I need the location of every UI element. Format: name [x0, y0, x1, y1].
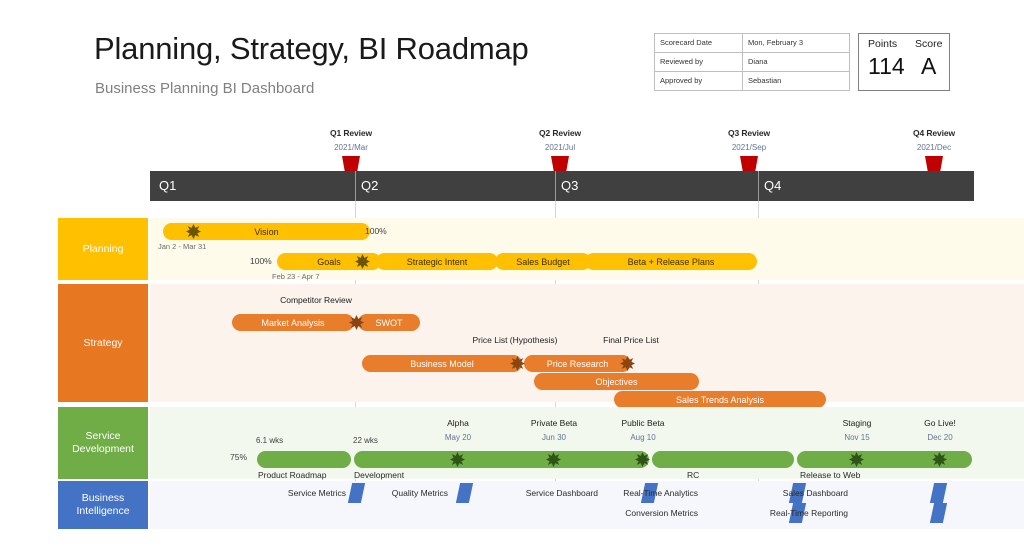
progress-pct-goals: 100%: [250, 256, 272, 266]
milestone-title-alpha: Alpha: [447, 418, 469, 428]
task-bar-sales-budget[interactable]: Sales Budget: [495, 253, 591, 270]
scorecard-date-value: Mon, February 3: [742, 33, 850, 53]
task-bar-rc[interactable]: [652, 451, 794, 468]
review-marker-q2: Q2 Review 2021/Jul: [505, 128, 615, 152]
task-label-rc: RC: [687, 470, 700, 480]
milestone-title-public-beta: Public Beta: [621, 418, 665, 428]
progress-pct-vision: 100%: [365, 226, 387, 236]
lane-name-line2: Development: [72, 443, 134, 455]
quarter-label-q2: Q2: [361, 178, 379, 193]
task-label: Vision: [254, 226, 279, 237]
quarter-divider: [555, 171, 556, 201]
timeline-quarter-bar: Q1 Q2 Q3 Q4: [150, 171, 974, 201]
task-label-release-to-web: Release to Web: [800, 470, 861, 480]
task-bar-business-model[interactable]: Business Model: [362, 355, 522, 372]
score-box: Points Score 114 A: [858, 33, 950, 91]
milestone-date-public-beta: Aug 10: [630, 433, 656, 442]
date-range-goals: Feb 23 - Apr 7: [272, 272, 320, 281]
quarter-divider: [355, 171, 356, 201]
page-title: Planning, Strategy, BI Roadmap: [94, 31, 529, 66]
table-row: Scorecard Date Mon, February 3: [654, 33, 850, 53]
bi-label-real-time-analytics: Real-Time Analytics: [623, 488, 698, 498]
score-label: Score: [915, 38, 943, 50]
task-bar-sales-trends-analysis[interactable]: Sales Trends Analysis: [614, 391, 826, 408]
lane-label-strategy: Strategy: [58, 284, 148, 402]
review-title: Q1 Review: [329, 128, 373, 138]
quarter-label-q4: Q4: [764, 178, 782, 193]
approved-by-key: Approved by: [654, 71, 743, 91]
milestone-title-price-list-hypothesis: Price List (Hypothesis): [472, 335, 558, 345]
task-bar-price-research[interactable]: Price Research: [524, 355, 631, 372]
bi-label-quality-metrics: Quality Metrics: [391, 488, 448, 498]
task-label: Goals: [317, 256, 341, 267]
lane-name-line1: Service: [85, 430, 121, 442]
review-marker-q1: Q1 Review 2021/Mar: [296, 128, 406, 152]
review-date: 2021/Jul: [544, 143, 576, 152]
task-label-product-roadmap: Product Roadmap: [258, 470, 327, 480]
lane-business-intelligence: Business Intelligence Service Metrics Qu…: [58, 481, 1024, 529]
quarter-label-q3: Q3: [561, 178, 579, 193]
lane-strategy: Strategy Competitor Review Market Analys…: [58, 284, 1024, 408]
lane-name: Planning: [82, 242, 124, 255]
review-title: Q4 Review: [912, 128, 956, 138]
progress-pct-service-dev: 75%: [230, 452, 248, 462]
bi-label-conversion-metrics: Conversion Metrics: [625, 508, 698, 518]
task-bar-market-analysis[interactable]: Market Analysis: [232, 314, 354, 331]
task-label: Price Research: [546, 358, 609, 369]
lane-service-development: Service Development 6.1 wks 22 wks 75% P…: [58, 407, 1024, 480]
table-row: Approved by Sebastian: [654, 71, 850, 91]
task-bar-strategic-intent[interactable]: Strategic Intent: [376, 253, 498, 270]
review-marker-q4: Q4 Review 2021/Dec: [879, 128, 989, 152]
approved-by-value: Sebastian: [742, 71, 850, 91]
duration-label-2: 22 wks: [353, 436, 378, 445]
lane-label-planning: Planning: [58, 218, 148, 280]
task-label: Objectives: [595, 376, 638, 387]
reviewed-by-key: Reviewed by: [654, 52, 743, 72]
lane-planning: Planning Vision 100% Jan 2 - Mar 31 Goal…: [58, 218, 1024, 281]
lane-name-line1: Business: [81, 492, 125, 504]
task-label: Strategic Intent: [406, 256, 468, 267]
quarter-divider: [758, 171, 759, 201]
duration-label-1: 6.1 wks: [256, 436, 284, 445]
review-title: Q3 Review: [727, 128, 771, 138]
task-label: Business Model: [410, 358, 474, 369]
milestone-date-go-live: Dec 20: [927, 433, 953, 442]
task-label: Market Analysis: [261, 317, 325, 328]
milestone-title-go-live: Go Live!: [924, 418, 956, 428]
scorecard-date-key: Scorecard Date: [654, 33, 743, 53]
task-bar-swot[interactable]: SWOT: [358, 314, 420, 331]
task-bar-objectives[interactable]: Objectives: [534, 373, 699, 390]
task-label: Sales Budget: [516, 256, 570, 267]
page-subtitle: Business Planning BI Dashboard: [95, 80, 315, 97]
review-date: 2021/Sep: [731, 143, 767, 152]
scorecard-table: Scorecard Date Mon, February 3 Reviewed …: [654, 33, 850, 91]
task-bar-beta-release-plans[interactable]: Beta + Release Plans: [585, 253, 757, 270]
task-label: Sales Trends Analysis: [675, 394, 765, 405]
review-date: 2021/Dec: [916, 143, 952, 152]
date-range-vision: Jan 2 - Mar 31: [158, 242, 207, 251]
milestone-title-final-price-list: Final Price List: [603, 335, 659, 345]
bi-label-real-time-reporting: Real-Time Reporting: [769, 508, 848, 518]
milestone-title-competitor-review: Competitor Review: [280, 295, 352, 305]
points-value: 114: [868, 53, 905, 79]
score-value: A: [921, 53, 937, 79]
task-label: SWOT: [375, 317, 403, 328]
task-label-development: Development: [354, 470, 405, 480]
lane-name: Strategy: [83, 336, 123, 349]
reviewed-by-value: Diana: [742, 52, 850, 72]
lane-label-service-development: Service Development: [58, 407, 148, 479]
lane-label-business-intelligence: Business Intelligence: [58, 481, 148, 529]
points-label: Points: [868, 38, 898, 50]
bi-label-sales-dashboard: Sales Dashboard: [782, 488, 848, 498]
lane-name-line2: Intelligence: [76, 505, 130, 517]
task-bar-development[interactable]: [354, 451, 649, 468]
milestone-date-alpha: May 20: [444, 433, 472, 442]
task-bar-product-roadmap[interactable]: [257, 451, 351, 468]
task-label: Beta + Release Plans: [627, 256, 715, 267]
review-date: 2021/Mar: [334, 143, 368, 152]
quarter-label-q1: Q1: [159, 178, 177, 193]
review-title: Q2 Review: [538, 128, 582, 138]
review-marker-q3: Q3 Review 2021/Sep: [694, 128, 804, 152]
table-row: Reviewed by Diana: [654, 52, 850, 72]
